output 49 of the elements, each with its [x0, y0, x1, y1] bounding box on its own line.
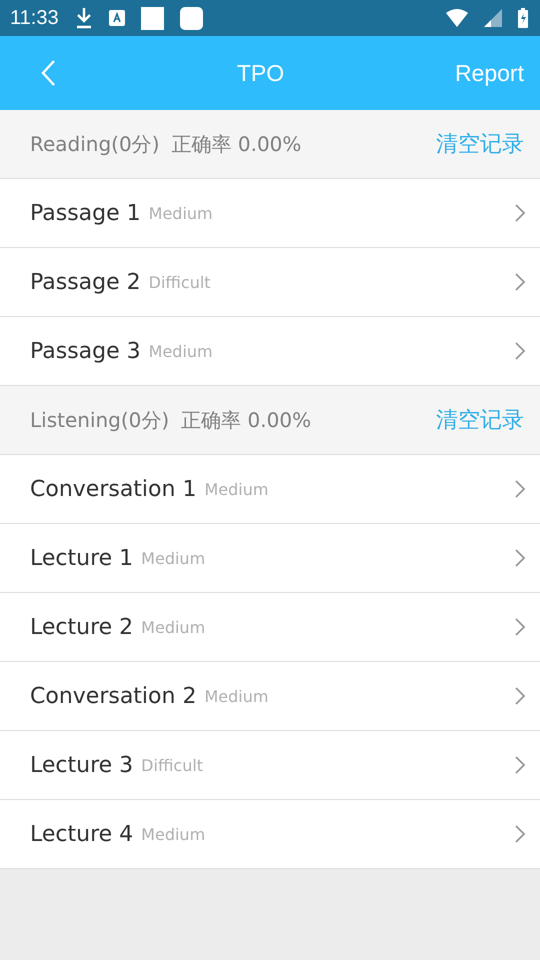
item-title: Lecture 4 [30, 822, 134, 846]
chevron-icon [514, 686, 526, 706]
list-item[interactable]: Lecture 2 Medium [0, 593, 540, 662]
screen-title: TPO [236, 60, 284, 86]
list-item[interactable]: Conversation 2 Medium [0, 662, 540, 731]
list-item[interactable]: Lecture 3 Difficult [0, 731, 540, 800]
chevron-icon [514, 824, 526, 844]
notification-icon [108, 10, 125, 26]
chevron-icon [514, 341, 526, 361]
chevron-icon [514, 755, 526, 775]
list-item[interactable]: Passage 2 Difficult [0, 248, 540, 317]
chevron-icon [514, 203, 526, 223]
signal-icon [484, 9, 502, 27]
difficulty-label: Medium [148, 342, 213, 360]
difficulty-label: Difficult [148, 272, 211, 292]
item-title: Passage 2 [30, 270, 141, 294]
app-icon [180, 6, 203, 30]
square-icon [140, 6, 164, 30]
difficulty-label: Medium [148, 204, 213, 222]
item-title: Lecture 1 [30, 546, 134, 570]
chevron-icon [514, 617, 526, 637]
list-item[interactable]: Conversation 1 Medium [0, 455, 540, 524]
clock: 11:33 [10, 6, 59, 30]
difficulty-label: Difficult [141, 756, 204, 774]
list-item[interactable]: Passage 3 Medium [0, 317, 540, 386]
difficulty-label: Medium [204, 480, 268, 498]
accuracy-label: 正确率 0.00% [172, 130, 302, 158]
section-title: Listening(0分) [30, 406, 170, 434]
section-title: Reading(0分) [30, 130, 160, 158]
chevron-icon [514, 548, 526, 568]
wifi-icon [446, 9, 468, 27]
item-title: Lecture 3 [30, 752, 134, 778]
download-icon [74, 7, 93, 29]
item-title: Lecture 2 [30, 614, 134, 640]
chevron-icon [514, 272, 526, 292]
item-title: Passage 3 [30, 338, 141, 364]
list-item[interactable]: Lecture 1 Medium [0, 524, 540, 593]
battery-icon [518, 8, 528, 28]
accuracy-label: 正确率 0.00% [181, 406, 312, 434]
difficulty-label: Medium [204, 686, 268, 706]
item-title: Passage 1 [30, 200, 141, 226]
chevron-icon [514, 479, 526, 499]
difficulty-label: Medium [141, 548, 206, 568]
difficulty-label: Medium [141, 824, 206, 844]
list-item[interactable]: Lecture 4 Medium [0, 800, 540, 869]
list-item[interactable]: Passage 1 Medium [0, 179, 540, 248]
item-title: Conversation 1 [30, 476, 196, 502]
difficulty-label: Medium [141, 618, 206, 636]
item-title: Conversation 2 [30, 684, 196, 708]
